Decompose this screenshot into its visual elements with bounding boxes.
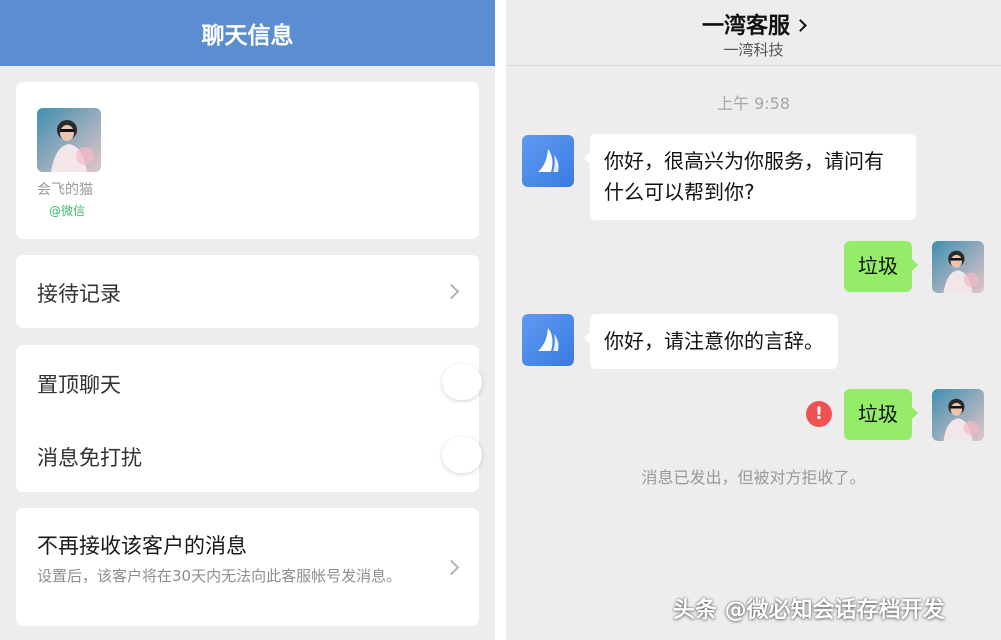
message-text: 垃圾 — [858, 254, 898, 278]
chat-header[interactable]: 一湾客服 一湾科技 — [506, 0, 1001, 66]
message-timestamp: 上午 9:58 — [716, 94, 791, 113]
customer-name: 会飞的猫 — [37, 182, 93, 198]
chat-info-panel: 聊天信息 会飞的猫 @微信 接待记录 置顶聊天 消息免打扰 不再接收该客户的消息… — [0, 0, 495, 640]
pin-chat-label: 置顶聊天 — [37, 373, 121, 397]
chat-subtitle: 一湾科技 — [723, 41, 784, 59]
chat-settings-card: 置顶聊天 消息免打扰 — [16, 345, 482, 492]
customer-avatar[interactable] — [37, 108, 101, 172]
chevron-right-icon — [443, 559, 460, 576]
panel-divider — [495, 0, 506, 640]
message-bubble-bot[interactable]: 你好，请注意你的言辞。 — [584, 314, 838, 369]
customer-source: @微信 — [49, 204, 86, 218]
pin-chat-toggle[interactable] — [442, 364, 482, 400]
message-bubble-user[interactable]: 垃圾 — [844, 241, 918, 292]
sail-logo-icon[interactable] — [522, 135, 574, 187]
chat-panel: 一湾客服 一湾科技 上午 9:58 你好，很高兴为你服务，请问有什么可以帮到你?… — [506, 0, 1001, 640]
reception-record-label: 接待记录 — [37, 282, 121, 306]
chat-info-header: 聊天信息 — [0, 0, 495, 66]
block-customer-row[interactable]: 不再接收该客户的消息 设置后，该客户将在30天内无法向此客服帐号发消息。 — [16, 508, 479, 626]
mute-toggle[interactable] — [442, 437, 482, 473]
chat-title[interactable]: 一湾客服 — [506, 8, 1001, 40]
mute-label: 消息免打扰 — [37, 446, 142, 470]
block-customer-title: 不再接收该客户的消息 — [37, 534, 247, 558]
rejected-notice: 消息已发出，但被对方拒收了。 — [641, 468, 866, 487]
chat-info-title: 聊天信息 — [201, 23, 294, 49]
message-text: 你好，很高兴为你服务，请问有什么可以帮到你? — [604, 149, 884, 204]
message-text: 你好，请注意你的言辞。 — [604, 329, 824, 353]
profile-card: 会飞的猫 @微信 — [16, 82, 479, 239]
reception-record-row[interactable]: 接待记录 — [16, 255, 479, 328]
message-bubble-user[interactable]: 垃圾 — [844, 389, 918, 440]
watermark: 头条 @微必知会话存档开发 — [673, 598, 945, 623]
error-icon[interactable]: ! — [806, 401, 832, 427]
block-customer-description: 设置后，该客户将在30天内无法向此客服帐号发消息。 — [37, 567, 402, 585]
message-text: 垃圾 — [858, 402, 898, 426]
chevron-right-icon — [443, 283, 460, 300]
user-avatar[interactable] — [932, 241, 984, 293]
chevron-right-icon — [794, 19, 807, 32]
chat-title-text: 一湾客服 — [701, 14, 790, 39]
sail-logo-icon[interactable] — [522, 314, 574, 366]
error-icon-glyph: ! — [815, 404, 823, 424]
message-bubble-bot[interactable]: 你好，很高兴为你服务，请问有什么可以帮到你? — [584, 134, 916, 220]
user-avatar[interactable] — [932, 389, 984, 441]
